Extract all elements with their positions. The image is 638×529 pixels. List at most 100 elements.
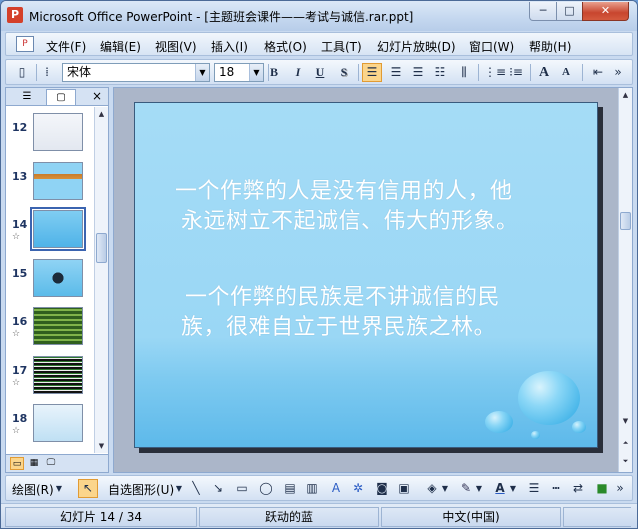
italic-button[interactable]: I	[288, 63, 308, 82]
slide-thumbnail[interactable]: 16 ☆	[6, 305, 94, 353]
slide-thumbnail-image[interactable]	[30, 207, 86, 251]
draw-menu[interactable]: 绘图(R)	[12, 481, 54, 498]
select-pointer-icon[interactable]: ↖	[78, 479, 98, 498]
previous-slide-icon[interactable]: ⏶	[619, 436, 632, 450]
chevron-down-icon[interactable]: ▼	[174, 479, 184, 498]
slide-thumbnail[interactable]: 13	[6, 160, 94, 208]
numbered-list-icon[interactable]: ⋮≡	[484, 63, 506, 82]
scroll-up-icon[interactable]: ▲	[95, 107, 108, 121]
slide-text-line[interactable]: 永远树立不起诚信、伟大的形象。	[181, 207, 519, 237]
autoshapes-menu[interactable]: 自选图形(U)	[108, 481, 174, 498]
scroll-up-icon[interactable]: ▲	[619, 88, 632, 102]
chevron-down-icon[interactable]: ▼	[54, 479, 64, 498]
slideshow-view-icon[interactable]: 🖵	[44, 457, 58, 470]
font-size-select[interactable]: 18 ▼	[214, 63, 264, 82]
outline-tab-icon[interactable]: ☰	[12, 89, 42, 105]
slide-thumbnail-image[interactable]	[33, 307, 83, 345]
wordart-icon[interactable]: A	[326, 479, 346, 498]
vertical-text-icon[interactable]: ⫼	[454, 63, 474, 82]
slide-sorter-icon[interactable]: ▦	[27, 457, 41, 470]
diagram-icon[interactable]: ✲	[348, 479, 368, 498]
slides-pane: ☰ ▢ × 12 13 14 ☆ 15 16 ☆ 17 ☆ 18 ☆ ▲ ▼ ▭ ▦ 🖵	[5, 87, 109, 473]
close-button[interactable]: ✕	[582, 2, 629, 21]
new-document-icon[interactable]: ▯	[12, 63, 32, 82]
chevron-down-icon[interactable]: ▼	[508, 479, 518, 498]
toolbar-options-icon[interactable]: »	[612, 479, 628, 498]
chevron-down-icon[interactable]: ▼	[195, 64, 209, 81]
decrease-font-button[interactable]: A	[556, 63, 576, 82]
document-icon[interactable]: P	[16, 36, 34, 52]
menu-view[interactable]: 视图(V)	[155, 38, 197, 55]
close-pane-icon[interactable]: ×	[92, 89, 102, 103]
slide-thumbnail[interactable]: 15	[6, 257, 94, 305]
menu-format[interactable]: 格式(O)	[264, 38, 307, 55]
shadow-button[interactable]: S	[334, 63, 354, 82]
toolbar-options-icon[interactable]: »	[610, 63, 626, 82]
line-tool-icon[interactable]: ╲	[186, 479, 206, 498]
thumbnail-scrollbar[interactable]: ▲ ▼	[94, 107, 108, 453]
rectangle-tool-icon[interactable]: ▭	[232, 479, 252, 498]
font-color-button[interactable]: A	[490, 479, 510, 498]
textbox-tool-icon[interactable]: ▤	[280, 479, 300, 498]
menu-help[interactable]: 帮助(H)	[529, 38, 571, 55]
bulleted-list-icon[interactable]: ⁝≡	[506, 63, 526, 82]
slide-scrollbar[interactable]: ▲ ▼ ⏶ ⏷	[618, 88, 632, 472]
slide-thumbnail[interactable]: 17 ☆	[6, 354, 94, 402]
line-style-icon[interactable]: ☰	[524, 479, 544, 498]
next-slide-icon[interactable]: ⏷	[619, 454, 632, 468]
underline-button[interactable]: U	[310, 63, 330, 82]
minimize-button[interactable]: ─	[529, 2, 557, 21]
slide-thumbnail-image[interactable]	[33, 404, 83, 442]
dash-style-icon[interactable]: ┅	[546, 479, 566, 498]
scrollbar-thumb[interactable]	[620, 212, 631, 230]
scrollbar-thumb[interactable]	[96, 233, 107, 263]
oval-tool-icon[interactable]: ◯	[256, 479, 276, 498]
slide-thumbnail-image[interactable]	[33, 355, 83, 394]
bold-button[interactable]: B	[264, 63, 284, 82]
slide-thumbnail[interactable]: 14 ☆	[6, 207, 94, 256]
scroll-down-icon[interactable]: ▼	[95, 439, 108, 453]
water-drop-decoration	[485, 411, 513, 433]
font-name-select[interactable]: 宋体 ▼	[62, 63, 210, 82]
decrease-indent-icon[interactable]: ⇤	[588, 63, 608, 82]
menu-tools[interactable]: 工具(T)	[321, 38, 362, 55]
design-template-name: 跃动的蓝	[199, 507, 379, 527]
maximize-button[interactable]: □	[556, 2, 583, 21]
slide-thumbnail-image[interactable]	[33, 161, 83, 200]
align-right-icon[interactable]: ☰	[408, 63, 428, 82]
toolbar-grip-icon[interactable]: ⁞	[40, 63, 54, 82]
clipart-icon[interactable]: ◙	[372, 479, 392, 498]
distribute-icon[interactable]: ☷	[430, 63, 450, 82]
slides-tab-icon[interactable]: ▢	[46, 89, 76, 105]
scroll-down-icon[interactable]: ▼	[619, 414, 632, 428]
menu-slideshow[interactable]: 幻灯片放映(D)	[377, 38, 456, 55]
menu-window[interactable]: 窗口(W)	[469, 38, 514, 55]
pane-tabs: ☰ ▢ ×	[6, 88, 108, 106]
arrow-style-icon[interactable]: ⇄	[568, 479, 588, 498]
line-color-icon[interactable]: ✎	[456, 479, 476, 498]
slide-text-line[interactable]: 族，很难自立于世界民族之林。	[181, 313, 496, 343]
slide-thumbnail-image[interactable]	[33, 113, 83, 151]
slide-text-line[interactable]: 一个作弊的民族是不讲诚信的民	[185, 283, 500, 313]
slide-thumbnail[interactable]: 12	[6, 111, 94, 159]
chevron-down-icon[interactable]: ▼	[440, 479, 450, 498]
increase-font-button[interactable]: A	[534, 63, 554, 82]
chevron-down-icon[interactable]: ▼	[474, 479, 484, 498]
picture-icon[interactable]: ▣	[394, 479, 414, 498]
align-left-icon[interactable]: ☰	[362, 63, 382, 82]
normal-view-icon[interactable]: ▭	[10, 457, 24, 470]
menu-insert[interactable]: 插入(I)	[211, 38, 248, 55]
menu-edit[interactable]: 编辑(E)	[100, 38, 141, 55]
current-slide[interactable]: 一个作弊的人是没有信用的人，他 永远树立不起诚信、伟大的形象。 一个作弊的民族是…	[134, 102, 598, 448]
vertical-textbox-icon[interactable]: ▥	[302, 479, 322, 498]
slide-thumbnail-image[interactable]	[33, 258, 83, 297]
fill-color-icon[interactable]: ◈	[422, 479, 442, 498]
chevron-down-icon[interactable]: ▼	[249, 64, 263, 81]
slide-text-line[interactable]: 一个作弊的人是没有信用的人，他	[175, 177, 513, 207]
slide-thumbnail[interactable]: 18 ☆	[6, 402, 94, 450]
align-center-icon[interactable]: ☰	[386, 63, 406, 82]
arrow-tool-icon[interactable]: ↘	[208, 479, 228, 498]
powerpoint-icon[interactable]: P	[7, 7, 23, 23]
menu-file[interactable]: 文件(F)	[46, 38, 86, 55]
shadow-style-icon[interactable]: ■	[592, 479, 612, 498]
